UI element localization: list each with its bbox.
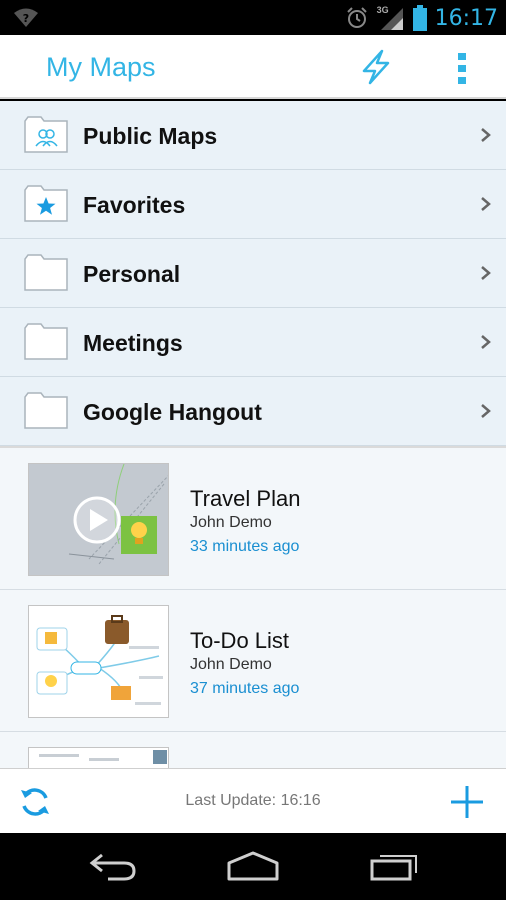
favorites-folder-icon (24, 185, 68, 222)
battery-icon (412, 5, 427, 31)
folder-row-public-maps[interactable]: Public Maps (0, 101, 506, 170)
public-folder-icon (24, 116, 68, 153)
folder-icon (24, 323, 68, 360)
map-thumbnail[interactable] (28, 747, 169, 768)
wifi-question-icon: ? (14, 8, 38, 27)
map-row-travel-plan[interactable]: Travel Plan John Demo 33 minutes ago (0, 448, 506, 590)
signal-indicator: 3G (377, 5, 405, 31)
bottom-bar: Last Update: 16:16 (0, 768, 506, 833)
map-thumbnail[interactable] (28, 605, 169, 718)
page-title: My Maps (46, 52, 156, 82)
folder-row-meetings[interactable]: Meetings (0, 308, 506, 377)
map-updated: 37 minutes ago (190, 680, 300, 697)
folder-row-google-hangout[interactable]: Google Hangout (0, 377, 506, 446)
to-do-list-thumbnail-image (29, 606, 168, 717)
chevron-right-icon (481, 128, 491, 142)
map-row-to-do-list[interactable]: To-Do List John Demo 37 minutes ago (0, 590, 506, 732)
recent-apps-icon[interactable] (370, 851, 422, 881)
svg-text:?: ? (23, 12, 29, 25)
status-bar: ? 3G 16:17 (0, 0, 506, 35)
last-update-text: Last Update: 16:16 (185, 792, 321, 809)
map-list: Travel Plan John Demo 33 minutes ago To-… (0, 448, 506, 768)
lightning-icon[interactable] (358, 49, 394, 85)
map-name: Travel Plan (190, 486, 301, 511)
map-updated: 33 minutes ago (190, 538, 300, 555)
overflow-menu-icon[interactable] (452, 51, 472, 85)
chevron-right-icon (481, 197, 491, 211)
folder-label: Favorites (83, 192, 186, 218)
home-icon[interactable] (226, 851, 280, 881)
folder-icon (24, 392, 68, 429)
partial-thumbnail-image (29, 748, 168, 768)
map-author: John Demo (190, 656, 272, 673)
travel-plan-thumbnail-image (29, 464, 168, 575)
map-author: John Demo (190, 514, 272, 531)
folder-row-favorites[interactable]: Favorites (0, 170, 506, 239)
folder-label: Google Hangout (83, 399, 262, 425)
folder-row-personal[interactable]: Personal (0, 239, 506, 308)
folder-icon (24, 254, 68, 291)
signal-icon (380, 8, 403, 30)
folder-label: Public Maps (83, 123, 218, 149)
folder-list: Public Maps Favorites Personal Meetings … (0, 101, 506, 449)
map-row-partial[interactable] (0, 732, 506, 768)
action-bar: My Maps (0, 35, 506, 99)
system-nav-bar (0, 833, 506, 900)
folder-label: Personal (83, 261, 181, 287)
clock: 16:17 (434, 5, 498, 31)
map-thumbnail[interactable] (28, 463, 169, 576)
chevron-right-icon (481, 266, 491, 280)
folder-label: Meetings (83, 330, 183, 356)
back-icon[interactable] (88, 851, 138, 881)
add-icon[interactable] (450, 785, 484, 819)
map-name: To-Do List (190, 628, 290, 653)
chevron-right-icon (481, 335, 491, 349)
chevron-right-icon (481, 404, 491, 418)
alarm-icon (346, 7, 367, 28)
